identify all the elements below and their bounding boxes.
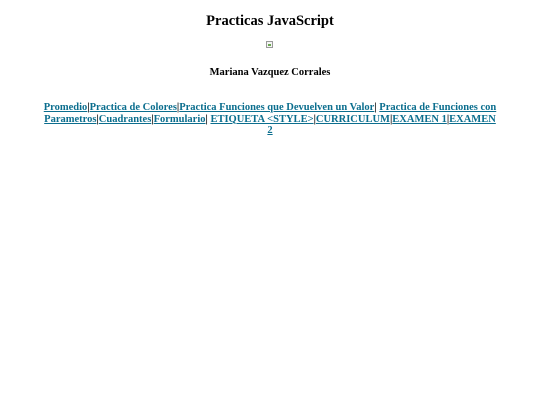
link-practica-de-colores[interactable]: Practica de Colores	[90, 102, 177, 113]
link-etiqueta-style[interactable]: ETIQUETA <STYLE>	[210, 114, 313, 125]
nav-links: Promedio | Practica de Colores |Practica Fu…	[42, 102, 498, 137]
link-examen-1[interactable]: EXAMEN 1	[392, 114, 447, 125]
link-funciones-devuelven-valor[interactable]: Practica Funciones que Devuelven un Valo…	[179, 102, 374, 113]
page-title: Practicas JavaScript	[206, 13, 334, 29]
link-cuadrantes[interactable]: Cuadrantes	[99, 114, 152, 125]
nav-separator: |	[205, 113, 208, 125]
link-promedio[interactable]: Promedio	[44, 102, 88, 113]
link-curriculum[interactable]: CURRICULUM	[316, 114, 390, 125]
link-formulario[interactable]: Formulario	[154, 114, 206, 125]
broken-image-icon	[266, 41, 273, 48]
nav-separator: |	[374, 102, 377, 113]
author-name: Mariana Vazquez Corrales	[209, 67, 331, 78]
